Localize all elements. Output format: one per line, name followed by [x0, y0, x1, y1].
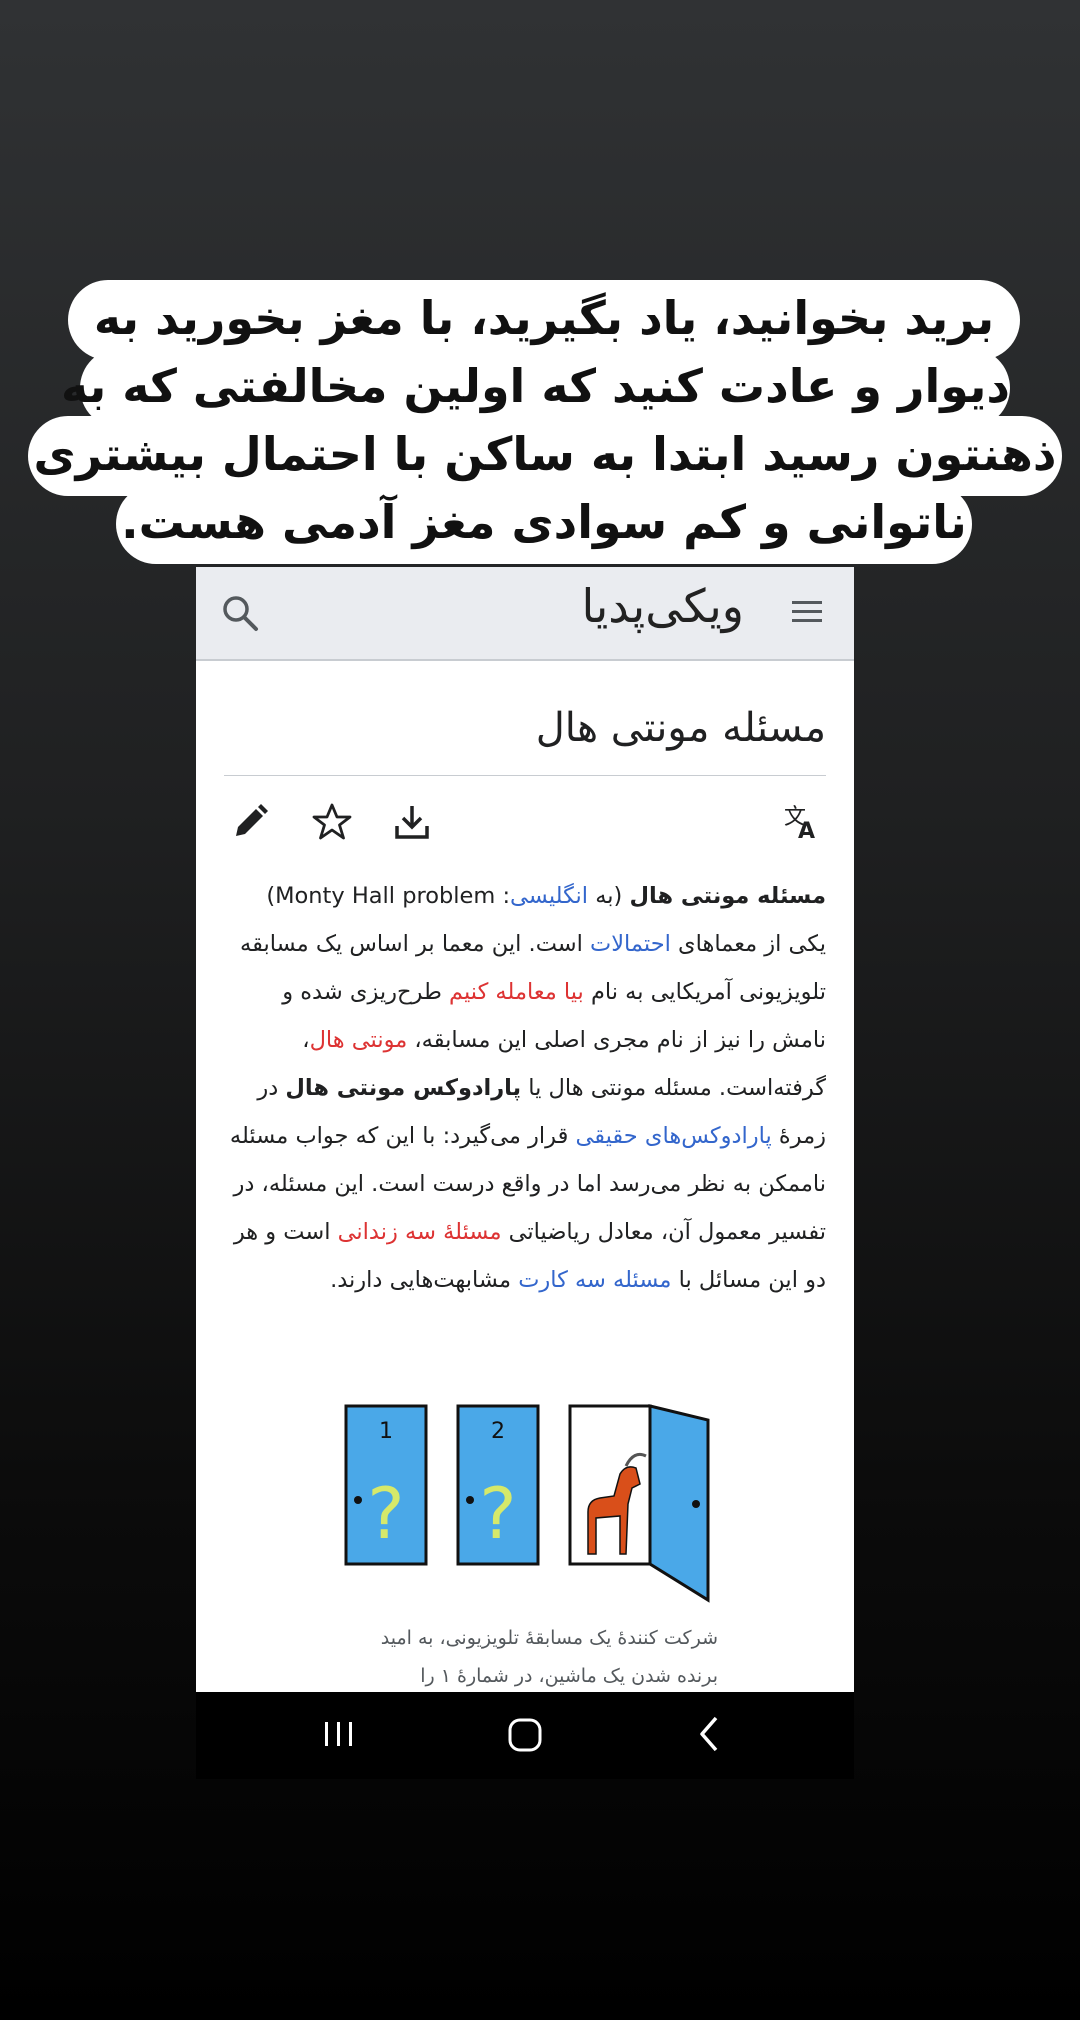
link-three-cards[interactable]: مسئله سه کارت [518, 1267, 671, 1293]
link-lets-make-a-deal[interactable]: بیا معامله کنیم [449, 979, 584, 1005]
page-actions: 文 A [196, 776, 854, 872]
door-2-mark: ? [479, 1473, 516, 1555]
link-three-prisoners[interactable]: مسئلهٔ سه زندانی [338, 1219, 502, 1245]
figure-caption: شرکت کنندهٔ یک مسابقهٔ تلویزیونی، به امی… [380, 1627, 718, 1687]
caption-overlay: برید بخوانید، یاد بگیرید، با مغز بخورید … [0, 280, 1080, 570]
site-title[interactable]: ویکی‌پدیا [581, 579, 744, 633]
door-1-mark: ? [367, 1473, 404, 1555]
bold-term: مسئله مونتی هال [629, 883, 826, 909]
header-bar: ویکی‌پدیا [196, 567, 854, 661]
bold-paradox: پارادوکس مونتی هال [285, 1075, 522, 1101]
recent-apps-icon[interactable] [322, 1714, 356, 1754]
article-body: مسئله مونتی هال (به انگلیسی: Monty Hall … [229, 883, 826, 1293]
translate-icon[interactable]: 文 A [782, 802, 822, 842]
download-icon[interactable] [392, 802, 432, 842]
link-english[interactable]: انگلیسی [510, 883, 588, 909]
doors-figure[interactable]: 1 ? 2 ? [344, 1404, 724, 1610]
page-title: مسئله مونتی هال [224, 705, 826, 776]
edit-icon[interactable] [230, 802, 270, 842]
link-monty-hall[interactable]: مونتی هال [310, 1027, 408, 1053]
back-icon[interactable] [694, 1714, 724, 1754]
svg-text:A: A [798, 819, 815, 842]
door-2-number: 2 [491, 1419, 505, 1444]
link-probability[interactable]: احتمالات [590, 931, 671, 957]
menu-icon[interactable] [790, 595, 824, 629]
link-veridical-paradox[interactable]: پارادوکس‌های حقیقی [576, 1123, 772, 1149]
search-icon[interactable] [220, 593, 260, 633]
star-icon[interactable] [312, 802, 352, 842]
caption-line-4: ناتوانی و کم سوادی مغز آدمی هست. [116, 484, 972, 564]
system-nav-bar [196, 1692, 854, 1779]
door-1-number: 1 [379, 1419, 393, 1444]
wikipedia-page: ویکی‌پدیا مسئله مونتی هال 文 A مسئله مونت… [196, 567, 854, 1779]
home-icon[interactable] [506, 1714, 544, 1754]
